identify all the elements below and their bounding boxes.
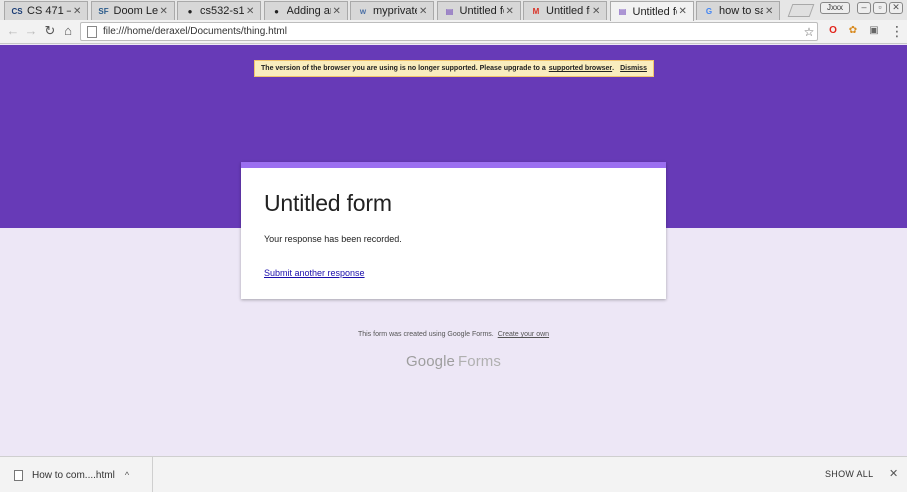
doom-favicon: SF (98, 6, 109, 16)
browser-tab[interactable]: CS CS 471 – ✕ (4, 1, 88, 20)
submit-another-link[interactable]: Submit another response (264, 268, 365, 278)
tab-close-icon[interactable]: ✕ (160, 6, 170, 17)
google-forms-icon: ▤ (445, 6, 454, 16)
ucsd-favicon: CS (11, 6, 23, 16)
browser-tab[interactable]: SF Doom Leg✕ (90, 1, 175, 20)
bookmark-star-icon[interactable]: ☆ (801, 25, 817, 39)
unsupported-browser-notice: The version of the browser you are using… (254, 60, 654, 77)
close-window-button[interactable]: ✕ (889, 2, 903, 14)
github-icon: ● (187, 6, 193, 16)
extension-icon[interactable]: ▣ (867, 24, 881, 38)
browser-tab[interactable]: ● cs532-s1 ✕ (177, 1, 261, 20)
browser-toolbar: ← → ↻ ⌂ file:///home/deraxel/Documents/t… (0, 20, 907, 44)
tab-label: Untitled fo (459, 5, 504, 17)
show-all-button[interactable]: SHOW ALL (825, 469, 873, 479)
minimize-button[interactable]: – (857, 2, 871, 14)
tab-close-icon[interactable]: ✕ (765, 6, 775, 17)
form-card: Untitled form Your response has been rec… (241, 162, 666, 299)
footer-note: This form was created using Google Forms… (0, 331, 907, 338)
dismiss-link[interactable]: Dismiss (620, 65, 647, 72)
cookie-extension-icon[interactable]: ✿ (846, 24, 860, 38)
tab-close-icon[interactable]: ✕ (73, 6, 83, 17)
profile-button[interactable]: Jxxx (820, 2, 850, 14)
github-icon: ● (274, 6, 279, 16)
logo-forms-word: Forms (457, 353, 501, 370)
close-icon[interactable]: ✕ (889, 467, 898, 480)
notice-text: The version of the browser you are using… (261, 65, 546, 72)
browser-tab[interactable]: ▤ Untitled fo✕ (609, 1, 694, 21)
download-item[interactable]: How to com....html ^ (0, 457, 153, 492)
address-bar[interactable]: file:///home/deraxel/Documents/thing.htm… (80, 22, 818, 41)
tab-close-icon[interactable]: ✕ (506, 6, 516, 17)
google-icon: G (705, 6, 713, 16)
new-tab-button[interactable] (787, 4, 815, 17)
tab-label: Untitled fo (632, 5, 677, 18)
google-forms-logo[interactable]: Google Forms (0, 353, 907, 370)
file-icon (14, 469, 23, 481)
browser-tab[interactable]: Ghow to sa ✕ (696, 1, 780, 20)
google-forms-icon: ▤ (618, 7, 627, 16)
page-content: The version of the browser you are using… (0, 45, 907, 456)
logo-google-word: Google (406, 353, 455, 370)
download-filename: How to com....html (32, 469, 115, 481)
browser-tab[interactable]: w myprivate ✕ (350, 1, 434, 20)
tab-close-icon[interactable]: ✕ (333, 6, 343, 17)
tab-label: how to sa (719, 5, 763, 17)
opera-extension-icon[interactable]: O (826, 24, 840, 38)
site-favicon: w (359, 6, 367, 16)
tab-label: myprivate (373, 5, 417, 17)
notice-period: . (612, 65, 615, 72)
browser-tab[interactable]: M Untitled fo✕ (523, 1, 607, 20)
tab-close-icon[interactable]: ✕ (419, 6, 429, 17)
browser-tab[interactable]: ▤ Untitled fo✕ (436, 1, 521, 20)
create-your-own-link[interactable]: Create your own (498, 331, 549, 338)
gmail-icon: M (532, 6, 540, 16)
tab-label: Untitled fo (546, 5, 590, 17)
forward-arrow-icon[interactable]: → (23, 23, 39, 39)
maximize-button[interactable]: ▫ (873, 2, 887, 14)
menu-dots-icon[interactable]: ⋮ (890, 24, 904, 40)
tab-close-icon[interactable]: ✕ (592, 6, 602, 17)
tab-label: CS 471 – (27, 5, 71, 17)
supported-browser-link[interactable]: supported browser (549, 65, 612, 72)
form-title: Untitled form (264, 190, 392, 216)
tab-label: cs532-s1 (200, 5, 244, 17)
download-shelf: How to com....html ^ SHOW ALL ✕ (0, 456, 907, 492)
tab-strip: Jxxx – ▫ ✕ CSCS 471 –✕SFDoom Leg✕●cs532-… (0, 0, 907, 21)
reload-icon[interactable]: ↻ (42, 23, 58, 39)
tab-close-icon[interactable]: ✕ (246, 6, 256, 17)
chevron-up-icon[interactable]: ^ (125, 470, 129, 480)
footer-note-text: This form was created using Google Forms… (357, 331, 494, 338)
back-arrow-icon[interactable]: ← (5, 23, 21, 39)
url-text[interactable]: file:///home/deraxel/Documents/thing.htm… (103, 26, 801, 37)
browser-tab[interactable]: ● Adding an✕ (263, 1, 348, 20)
tab-label: Doom Leg (113, 5, 158, 17)
page-icon (87, 25, 97, 38)
tab-label: Adding an (286, 5, 331, 17)
home-icon[interactable]: ⌂ (60, 23, 76, 39)
confirmation-message: Your response has been recorded. (264, 234, 402, 244)
tab-close-icon[interactable]: ✕ (679, 6, 689, 17)
